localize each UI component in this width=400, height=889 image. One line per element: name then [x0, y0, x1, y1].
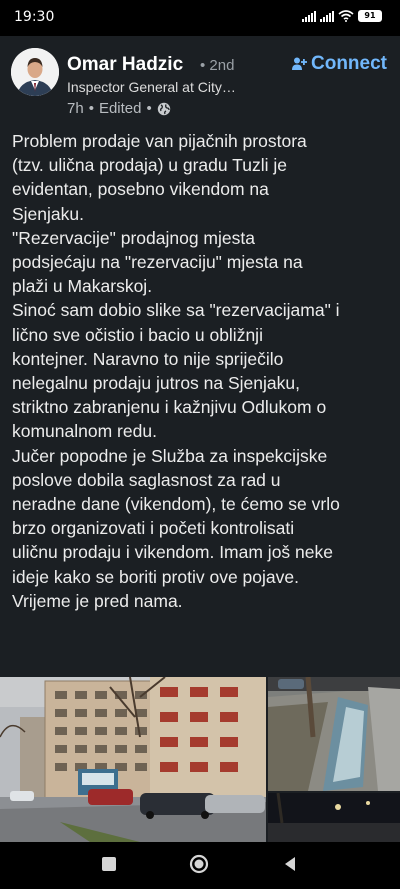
author-headline: Inspector General at City…	[67, 79, 236, 95]
circle-icon[interactable]	[189, 854, 209, 874]
post-text-line: uličnu prodaju i vikendom. Imam još neke	[12, 542, 333, 563]
post-photos	[0, 677, 400, 842]
post-photo-sidewalk[interactable]	[268, 677, 400, 791]
connection-degree-label: 2nd	[209, 57, 235, 74]
author-name[interactable]: Omar Hadzic	[67, 54, 183, 76]
square-icon[interactable]	[101, 856, 117, 872]
post-photo-night[interactable]	[268, 793, 400, 842]
post-card: Omar Hadzic • 2nd Connect Inspector Gene…	[0, 36, 400, 842]
post-text-line: Sinoć sam dobio slike sa "rezervacijama"…	[12, 300, 340, 321]
battery-icon: 91	[358, 10, 382, 22]
post-text-line: brzo organizovati i početi kontrolisati	[12, 518, 295, 539]
post-text-line: lično sve očistio i bacio u obližnji	[12, 324, 263, 345]
post-text-line: plaži u Makarskoj.	[12, 276, 153, 297]
status-icons: 91	[302, 10, 382, 22]
post-text-line: Vrijeme je pred nama.	[12, 590, 183, 611]
globe-icon	[157, 102, 170, 115]
post-text-line: poslove dobila saglasnost za rad u	[12, 469, 281, 490]
meta-dot: •	[88, 100, 94, 117]
post-text-line: Problem prodaje van pijačnih prostora	[12, 131, 307, 151]
wifi-icon	[338, 10, 354, 22]
post-meta: 7h • Edited •	[67, 100, 171, 117]
post-text-line: Jučer popodne je Služba za inspekcijske	[12, 445, 328, 466]
post-text-line: podsjećaju na "rezervaciju" mjesta na	[12, 252, 303, 273]
post-time: 7h	[67, 100, 84, 117]
post-text-line: (tzv. ulična prodaja) u gradu Tuzli je	[12, 155, 287, 176]
connect-label: Connect	[311, 53, 387, 74]
post-text-line: striktno zabranjenu i kažnjivu Odlukom o	[12, 397, 327, 418]
triangle-back-icon[interactable]	[282, 856, 298, 872]
status-time: 19:30	[14, 9, 55, 25]
connect-button[interactable]: Connect	[291, 53, 387, 75]
meta-dot: •	[146, 100, 152, 117]
post-text-line: Sjenjaku.	[12, 203, 84, 224]
post-text-line: nelegalnu prodaju jutros na Sjenjaku,	[12, 373, 300, 394]
post-text-line: neradne dane (vikendom), te ćemo se vrlo	[12, 494, 340, 515]
post-text-line: komunalnom redu.	[12, 421, 157, 442]
connection-degree: • 2nd	[200, 57, 235, 74]
post-text-line: "Rezervacije" prodajnog mjesta	[12, 227, 255, 248]
signal-icon	[302, 10, 316, 22]
post-text-line: evidentan, posebno vikendom na	[12, 179, 269, 200]
signal-icon-2	[320, 10, 334, 22]
status-bar: 19:30 91	[0, 0, 400, 36]
author-avatar[interactable]	[11, 48, 59, 96]
post-text-line: ideje kako se boriti protiv ove pojave.	[12, 566, 299, 587]
post-body: Problem prodaje van pijačnih prostora (t…	[12, 129, 394, 613]
post-text-line: kontejner. Naravno to nije spriječilo	[12, 348, 284, 369]
post-photo-street[interactable]	[0, 677, 266, 842]
edited-label: Edited	[98, 100, 142, 117]
add-person-icon	[292, 57, 307, 70]
navigation-bar	[0, 842, 400, 889]
